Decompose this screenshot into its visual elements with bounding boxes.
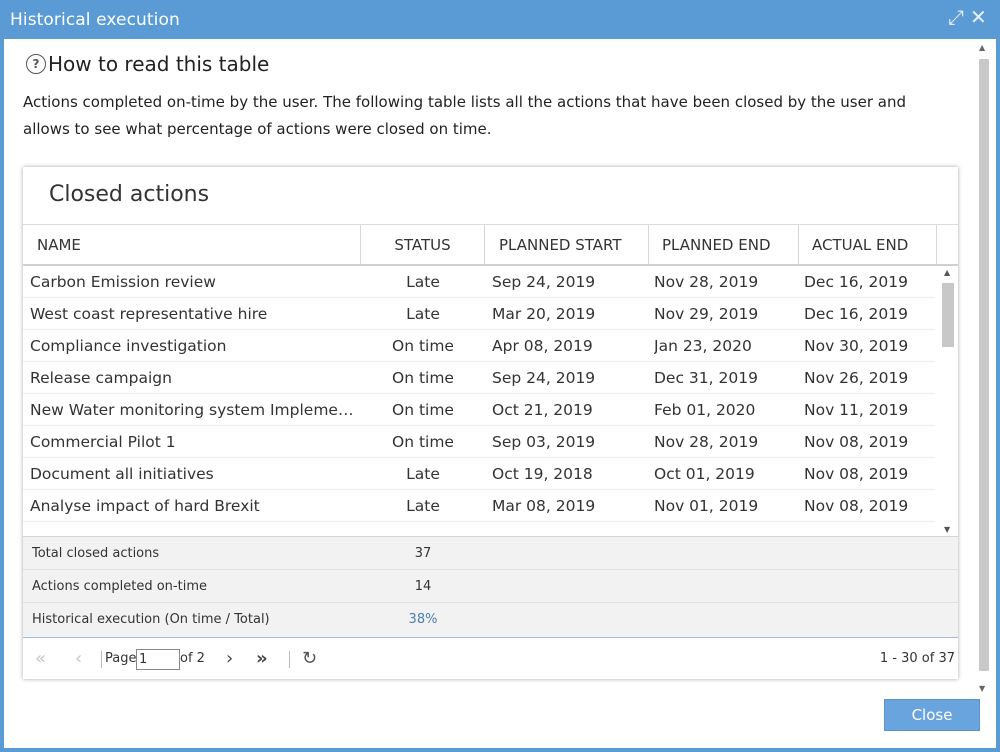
cell-planned-end: Nov 29, 2019: [654, 305, 759, 323]
cell-status: On time: [392, 369, 454, 387]
cell-status: On time: [392, 433, 454, 451]
refresh-icon[interactable]: ↻: [302, 638, 317, 680]
table-scroll-thumb[interactable]: [942, 283, 954, 347]
cell-planned-start: Sep 03, 2019: [492, 433, 596, 451]
close-button[interactable]: Close: [884, 699, 980, 731]
cell-actual-end: Nov 08, 2019: [804, 497, 909, 515]
cell-planned-start: Apr 08, 2019: [492, 337, 593, 355]
summary-value: 14: [414, 579, 432, 594]
cell-actual-end: Nov 30, 2019: [804, 337, 909, 355]
help-title-text: How to read this table: [48, 52, 270, 76]
column-header-planned-end[interactable]: PLANNED END: [649, 225, 799, 265]
historical-execution-value: 38%: [408, 612, 438, 627]
table-row[interactable]: New Water monitoring system Implementati…: [23, 394, 935, 426]
separator: [289, 651, 290, 668]
close-icon[interactable]: ✕: [970, 6, 987, 28]
cell-actual-end: Nov 08, 2019: [804, 433, 909, 451]
dialog-body: ? How to read this table Actions complet…: [4, 39, 996, 748]
cell-status: Late: [406, 305, 440, 323]
scroll-up-icon[interactable]: ▲: [979, 43, 985, 52]
dialog-scrollbar[interactable]: ▲ ▼: [978, 43, 992, 693]
paging-display: 1 - 30 of 37: [879, 651, 955, 666]
titlebar: Historical execution ⤢ ✕: [0, 0, 1000, 39]
table-row[interactable]: Document all initiatives Late Oct 19, 20…: [23, 458, 935, 490]
cell-planned-end: Dec 31, 2019: [654, 369, 758, 387]
cell-status: Late: [406, 497, 440, 515]
cell-name: New Water monitoring system Implementati…: [30, 401, 358, 419]
page-label: Page: [105, 651, 137, 666]
scroll-down-icon[interactable]: ▼: [944, 525, 950, 534]
summary-label: Total closed actions: [32, 546, 160, 561]
first-page-icon[interactable]: «: [35, 638, 46, 680]
cell-planned-end: Nov 28, 2019: [654, 273, 759, 291]
cell-planned-start: Mar 08, 2019: [492, 497, 596, 515]
cell-planned-end: Feb 01, 2020: [654, 401, 756, 419]
page-number-input[interactable]: [136, 649, 180, 670]
cell-planned-start: Sep 24, 2019: [492, 369, 596, 387]
cell-actual-end: Nov 08, 2019: [804, 465, 909, 483]
help-description: Actions completed on-time by the user. T…: [23, 93, 907, 138]
table-header: NAME STATUS PLANNED START PLANNED END AC…: [23, 224, 958, 266]
cell-actual-end: Nov 26, 2019: [804, 369, 909, 387]
cell-planned-end: Nov 28, 2019: [654, 433, 759, 451]
cell-name: Compliance investigation: [30, 337, 227, 355]
column-header-status[interactable]: STATUS: [361, 225, 485, 265]
cell-actual-end: Nov 11, 2019: [804, 401, 909, 419]
cell-name: Document all initiatives: [30, 465, 214, 483]
table-row[interactable]: Compliance investigation On time Apr 08,…: [23, 330, 935, 362]
cell-planned-end: Nov 01, 2019: [654, 497, 759, 515]
closed-actions-panel: Closed actions NAME STATUS PLANNED START…: [23, 167, 958, 679]
cell-status: On time: [392, 401, 454, 419]
table-row[interactable]: Analyse impact of hard Brexit Late Mar 0…: [23, 490, 935, 522]
cell-planned-end: Jan 23, 2020: [654, 337, 752, 355]
cell-actual-end: Dec 16, 2019: [804, 273, 908, 291]
column-header-planned-start[interactable]: PLANNED START: [485, 225, 649, 265]
help-heading: ? How to read this table: [26, 52, 269, 76]
cell-planned-start: Oct 21, 2019: [492, 401, 593, 419]
cell-name: West coast representative hire: [30, 305, 268, 323]
cell-name: Release campaign: [30, 369, 172, 387]
scroll-down-icon[interactable]: ▼: [979, 684, 985, 693]
separator: [101, 651, 102, 668]
cell-name: Analyse impact of hard Brexit: [30, 497, 260, 515]
scroll-up-icon[interactable]: ▲: [944, 268, 950, 277]
cell-planned-start: Sep 24, 2019: [492, 273, 596, 291]
column-header-name[interactable]: NAME: [23, 225, 361, 265]
cell-planned-start: Oct 19, 2018: [492, 465, 593, 483]
prev-page-icon[interactable]: ‹: [75, 638, 82, 680]
maximize-icon[interactable]: ⤢: [948, 6, 964, 28]
table-row[interactable]: Release campaign On time Sep 24, 2019 De…: [23, 362, 935, 394]
table-row[interactable]: Carbon Emission review Late Sep 24, 2019…: [23, 266, 935, 298]
dialog-scroll-thumb[interactable]: [979, 59, 989, 671]
table-row[interactable]: West coast representative hire Late Mar …: [23, 298, 935, 330]
summary-row: Actions completed on-time 14: [23, 570, 958, 603]
cell-status: Late: [406, 273, 440, 291]
last-page-icon[interactable]: »: [256, 638, 268, 680]
cell-actual-end: Dec 16, 2019: [804, 305, 908, 323]
dialog-title: Historical execution: [10, 10, 180, 30]
table-scrollbar[interactable]: ▲ ▼: [940, 266, 956, 536]
page-count-label: of 2: [180, 651, 205, 666]
pagination-toolbar: « ‹ Page of 2 › » ↻ 1 - 30 of 37: [23, 637, 958, 679]
summary-row: Total closed actions 37: [23, 537, 958, 570]
cell-status: Late: [406, 465, 440, 483]
table-row[interactable]: Commercial Pilot 1 On time Sep 03, 2019 …: [23, 426, 935, 458]
cell-name: Commercial Pilot 1: [30, 433, 176, 451]
column-header-actual-end[interactable]: ACTUAL END: [799, 225, 937, 265]
summary-label: Actions completed on-time: [32, 579, 207, 594]
table-body: Carbon Emission review Late Sep 24, 2019…: [23, 266, 958, 536]
question-icon: ?: [26, 54, 46, 74]
summary-section: Total closed actions 37 Actions complete…: [23, 536, 958, 637]
cell-status: On time: [392, 337, 454, 355]
cell-planned-end: Oct 01, 2019: [654, 465, 755, 483]
panel-title: Closed actions: [49, 182, 210, 207]
summary-label: Historical execution (On time / Total): [32, 612, 270, 627]
summary-row: Historical execution (On time / Total) 3…: [23, 603, 958, 636]
cell-planned-start: Mar 20, 2019: [492, 305, 596, 323]
next-page-icon[interactable]: ›: [226, 638, 233, 680]
dialog-window: Historical execution ⤢ ✕ ? How to read t…: [0, 0, 1000, 752]
cell-name: Carbon Emission review: [30, 273, 216, 291]
summary-value: 37: [414, 546, 432, 561]
